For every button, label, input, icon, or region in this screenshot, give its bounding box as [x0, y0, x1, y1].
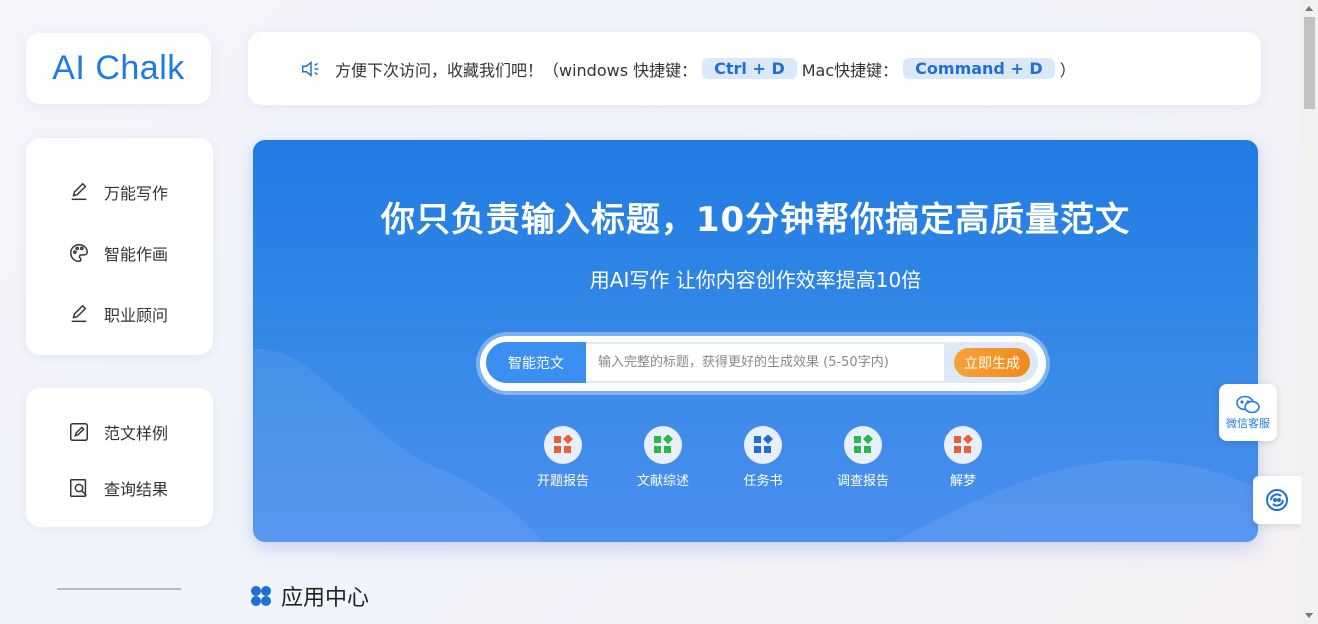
notice-text-mid: Mac快捷键： — [801, 60, 899, 80]
shortcut-proposal-report[interactable]: 开题报告 — [523, 426, 603, 489]
logo[interactable]: AI Chalk — [26, 33, 211, 104]
shortcut-label: 调查报告 — [836, 474, 889, 489]
hero-subtitle: 用AI写作 让你内容创作效率提高10倍 — [589, 268, 922, 292]
search-doc-icon — [70, 479, 87, 497]
app-grid-icon — [944, 426, 982, 464]
shortcut-label: 解梦 — [949, 474, 976, 489]
generate-button[interactable]: 立即生成 — [954, 348, 1030, 377]
shortcut-survey-report[interactable]: 调查报告 — [823, 426, 903, 489]
shortcut-literature-review[interactable]: 文献综述 — [623, 426, 703, 489]
page-scrollbar[interactable] — [1301, 0, 1318, 624]
search-inner: 智能范文 立即生成 — [486, 342, 1038, 383]
shortcut-task-book[interactable]: 任务书 — [723, 426, 803, 489]
nav-item-label: 范文样例 — [104, 424, 169, 443]
secondary-nav: 范文样例 查询结果 — [26, 388, 213, 527]
mode-select-button[interactable]: 智能范文 — [486, 342, 586, 383]
hero-title: 你只负责输入标题，10分钟帮你搞定高质量范文 — [380, 200, 1131, 240]
app-grid-icon — [844, 426, 882, 464]
floating-assistant-button[interactable] — [1253, 476, 1301, 524]
wechat-support-label: 微信客服 — [1226, 416, 1270, 430]
shortcut-label: 开题报告 — [536, 474, 589, 489]
title-input[interactable] — [586, 344, 944, 381]
app-grid-icon — [544, 426, 582, 464]
speaker-icon — [302, 60, 319, 77]
nav-item-query-results[interactable]: 查询结果 — [68, 476, 168, 500]
assistant-icon — [1266, 489, 1288, 511]
shortcut-label: 任务书 — [743, 474, 783, 489]
palette-icon — [70, 244, 88, 262]
bookmark-notice: 方便下次访问，收藏我们吧！（windows 快捷键： Ctrl + D Mac快… — [248, 32, 1261, 105]
wechat-support-button[interactable]: 微信客服 — [1219, 384, 1277, 441]
nav-item-label: 职业顾问 — [104, 306, 169, 325]
app-center-heading: 应用中心 — [250, 580, 369, 612]
four-leaf-icon — [251, 586, 271, 606]
logo-text: AI Chalk — [52, 49, 185, 87]
pencil-icon — [71, 182, 87, 201]
app-grid-icon — [644, 426, 682, 464]
shortcut-label: 文献综述 — [636, 474, 689, 489]
sidebar-divider — [57, 588, 181, 590]
pencil-icon — [71, 304, 87, 323]
win-shortcut-badge: Ctrl + D — [702, 58, 797, 79]
nav-item-career-advisor[interactable]: 职业顾问 — [68, 302, 168, 326]
mac-shortcut-badge: Command + D — [903, 58, 1055, 79]
primary-nav: 万能写作 智能作画 职业顾问 — [26, 138, 213, 355]
edit-box-icon — [70, 423, 88, 441]
notice-text-before: 方便下次访问，收藏我们吧！（windows 快捷键： — [335, 60, 698, 80]
scroll-up-arrow[interactable] — [1305, 6, 1313, 11]
wechat-icon — [1236, 395, 1260, 413]
app-grid-icon — [744, 426, 782, 464]
nav-item-universal-writing[interactable]: 万能写作 — [68, 180, 168, 204]
nav-item-label: 智能作画 — [104, 245, 169, 264]
nav-item-label: 查询结果 — [104, 480, 169, 499]
nav-item-sample-essays[interactable]: 范文样例 — [68, 420, 168, 444]
essay-search-box: 智能范文 立即生成 — [480, 336, 1046, 391]
app-center-title: 应用中心 — [281, 586, 370, 611]
scroll-down-arrow[interactable] — [1305, 613, 1313, 618]
scroll-thumb[interactable] — [1304, 17, 1315, 109]
hero-banner: 你只负责输入标题，10分钟帮你搞定高质量范文 用AI写作 让你内容创作效率提高1… — [253, 140, 1258, 542]
nav-item-ai-painting[interactable]: 智能作画 — [68, 241, 168, 265]
notice-text-after: ） — [1059, 60, 1076, 80]
nav-item-label: 万能写作 — [104, 184, 169, 203]
shortcut-dream-interpretation[interactable]: 解梦 — [923, 426, 1003, 489]
